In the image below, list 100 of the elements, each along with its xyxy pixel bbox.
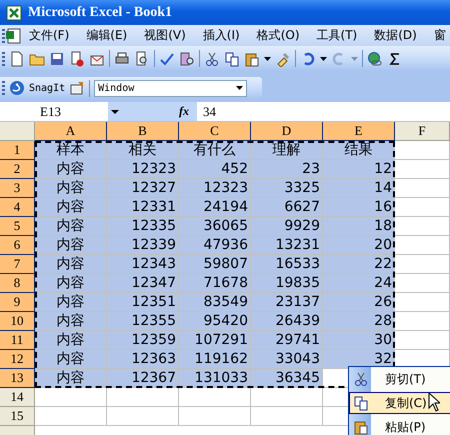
row-header[interactable]: 13 xyxy=(0,369,35,388)
spelling-icon[interactable] xyxy=(159,50,175,66)
name-box[interactable]: E13 xyxy=(0,102,108,121)
table-cell: 26439 xyxy=(251,312,323,331)
table-cell: 结果 xyxy=(323,141,395,160)
formula-field[interactable]: 34 xyxy=(197,102,450,121)
table-cell: 6627 xyxy=(251,198,323,217)
research-icon[interactable] xyxy=(179,50,195,66)
dropdown-arrow-icon[interactable] xyxy=(264,56,271,60)
menu-item[interactable]: 文件(F) xyxy=(21,27,78,44)
row-header[interactable]: 9 xyxy=(0,293,35,312)
table-cell xyxy=(395,331,450,350)
table-cell: 12335 xyxy=(107,217,179,236)
table-cell: 内容 xyxy=(35,350,107,369)
table-cell xyxy=(179,388,251,407)
row-header[interactable]: 11 xyxy=(0,331,35,350)
column-header[interactable]: A xyxy=(35,122,107,141)
table-cell xyxy=(395,160,450,179)
context-menu-item[interactable]: 粘贴(P) xyxy=(349,416,450,435)
table-cell xyxy=(35,388,107,407)
table-cell: 内容 xyxy=(35,198,107,217)
menu-item[interactable]: 视图(V) xyxy=(136,27,195,44)
row-header[interactable]: 4 xyxy=(0,198,35,217)
table-cell xyxy=(395,141,450,160)
table-cell: 29741 xyxy=(251,331,323,350)
table-cell xyxy=(395,179,450,198)
table-cell: 内容 xyxy=(35,217,107,236)
table-cell: 12355 xyxy=(107,312,179,331)
copy-icon xyxy=(353,395,369,411)
dropdown-arrow-icon[interactable] xyxy=(320,56,327,60)
table-cell: 47936 xyxy=(179,236,251,255)
function-label[interactable]: fx xyxy=(179,104,189,119)
menu-item[interactable]: 编辑(E) xyxy=(78,27,136,44)
paste-icon[interactable] xyxy=(244,50,260,66)
column-header[interactable]: C xyxy=(179,122,251,141)
table-cell: 12367 xyxy=(107,369,179,388)
table-cell: 12351 xyxy=(107,293,179,312)
document-stop-icon[interactable] xyxy=(69,50,85,66)
table-cell: 131033 xyxy=(179,369,251,388)
menu-item[interactable]: 数据(D) xyxy=(366,27,426,44)
table-cell: 26 xyxy=(323,293,395,312)
scissors-icon xyxy=(353,371,369,387)
menu-item[interactable]: 插入(I) xyxy=(194,27,249,44)
row-header[interactable]: 10 xyxy=(0,312,35,331)
cut-icon[interactable] xyxy=(204,50,220,66)
row-header[interactable]: 5 xyxy=(0,217,35,236)
table-cell xyxy=(395,312,450,331)
table-cell: 有什么 xyxy=(179,141,251,160)
table-cell: 样本 xyxy=(35,141,107,160)
table-cell xyxy=(395,217,450,236)
table-cell: 22 xyxy=(323,255,395,274)
table-cell: 12327 xyxy=(107,179,179,198)
table-cell xyxy=(395,236,450,255)
table-cell: 107291 xyxy=(179,331,251,350)
table-cell: 452 xyxy=(179,160,251,179)
table-cell xyxy=(395,293,450,312)
table-cell: 12331 xyxy=(107,198,179,217)
printer-icon[interactable] xyxy=(114,50,130,66)
dropdown-arrow-icon[interactable] xyxy=(111,110,119,114)
table-cell: 内容 xyxy=(35,160,107,179)
excel-document-icon[interactable] xyxy=(5,28,21,44)
table-cell: 59807 xyxy=(179,255,251,274)
capture-icon[interactable] xyxy=(69,80,86,96)
table-cell: 24194 xyxy=(179,198,251,217)
table-cell: 28 xyxy=(323,312,395,331)
snagit-button[interactable]: SnagIt xyxy=(29,82,66,94)
copy-icon[interactable] xyxy=(224,50,240,66)
table-cell: 18 xyxy=(323,217,395,236)
save-icon[interactable] xyxy=(49,50,65,66)
new-document-icon[interactable] xyxy=(9,50,25,66)
row-header[interactable]: 6 xyxy=(0,236,35,255)
context-menu-item[interactable]: 剪切(T) xyxy=(349,368,450,390)
row-header[interactable]: 1 xyxy=(0,141,35,160)
table-cell: 23137 xyxy=(251,293,323,312)
table-cell: 3325 xyxy=(251,179,323,198)
table-cell: 14 xyxy=(323,179,395,198)
table-cell: 16533 xyxy=(251,255,323,274)
column-header[interactable]: E xyxy=(323,122,395,141)
row-header[interactable]: 7 xyxy=(0,255,35,274)
table-cell: 内容 xyxy=(35,293,107,312)
table-cell xyxy=(107,388,179,407)
format-painter-icon[interactable] xyxy=(275,50,291,66)
globe-link-icon[interactable] xyxy=(367,50,383,66)
table-cell: 12347 xyxy=(107,274,179,293)
row-header[interactable]: 3 xyxy=(0,179,35,198)
column-header[interactable]: F xyxy=(395,122,450,141)
menu-item[interactable]: 窗 xyxy=(426,27,450,44)
row-header[interactable]: 8 xyxy=(0,274,35,293)
menu-item[interactable]: 工具(T) xyxy=(308,27,366,44)
profile-dropdown[interactable]: Window xyxy=(94,80,248,96)
window-title: Microsoft Excel - Book1 xyxy=(28,4,172,20)
row-header[interactable]: 12 xyxy=(0,350,35,369)
table-cell: 内容 xyxy=(35,255,107,274)
context-menu-item[interactable]: 复制(C) xyxy=(349,392,450,414)
row-header[interactable]: 2 xyxy=(0,160,35,179)
column-header[interactable]: B xyxy=(107,122,179,141)
menu-item[interactable]: 格式(O) xyxy=(248,27,309,44)
table-cell: 内容 xyxy=(35,312,107,331)
snagit-logo-icon[interactable] xyxy=(9,80,25,96)
column-header[interactable]: D xyxy=(251,122,323,141)
